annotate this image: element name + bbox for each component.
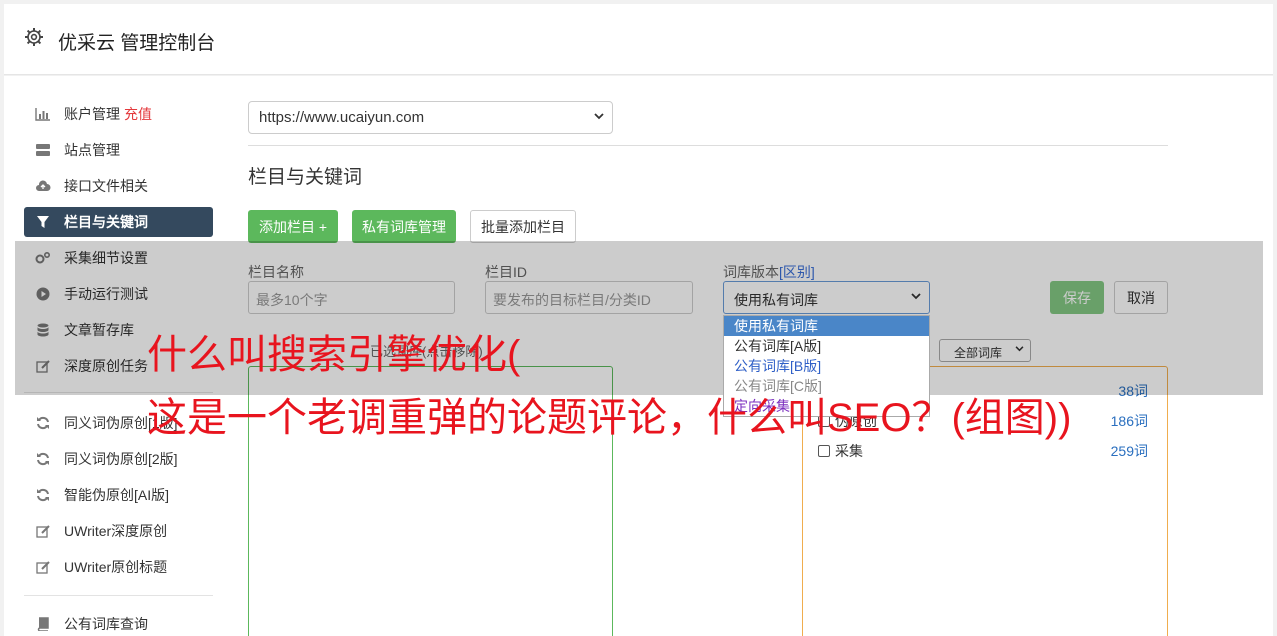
overlay-headline-line1: 什么叫搜索引擎优化( [147, 333, 521, 377]
dropdown-option[interactable]: 公有词库[A版] [724, 336, 929, 356]
edit-icon [35, 523, 51, 539]
sidebar-item-label: 接口文件相关 [64, 178, 148, 194]
recharge-link[interactable]: 充值 [124, 104, 152, 124]
edit-icon [35, 559, 51, 575]
server-icon [35, 142, 51, 158]
top-bar: 优采云 管理控制台 [4, 4, 1273, 75]
refresh-icon [35, 451, 51, 467]
filter-icon [35, 214, 51, 230]
sidebar-item-uwriter-title[interactable]: UWriter原创标题 [24, 552, 213, 582]
sidebar-item-public-lib[interactable]: 公有词库查询 [24, 609, 213, 636]
sidebar-item-label: UWriter原创标题 [64, 559, 168, 575]
cloud-upload-icon [35, 178, 51, 194]
sidebar-item-label: 同义词伪原创[2版] [64, 451, 178, 467]
sidebar-item-ai-rewrite[interactable]: 智能伪原创[AI版] [24, 480, 213, 510]
bar-chart-icon [35, 106, 51, 122]
sidebar-item-columns[interactable]: 栏目与关键词 [24, 207, 213, 237]
overlay-headline-line2: 这是一个老调重弹的论题评论，什么叫SEO？(组图)) [147, 396, 1072, 440]
add-column-button[interactable]: 添加栏目 + [248, 210, 338, 243]
gear-icon [25, 28, 43, 46]
site-select[interactable]: https://www.ucaiyun.com [248, 101, 613, 134]
sidebar-item-interface[interactable]: 接口文件相关 [24, 171, 213, 201]
sidebar-item-label: 栏目与关键词 [64, 214, 148, 230]
chevron-down-icon [594, 113, 604, 120]
lib-checkbox[interactable] [818, 445, 830, 457]
sidebar-item-label: 账户管理 [64, 106, 120, 122]
lib-name: 采集 [835, 443, 863, 459]
section-title: 栏目与关键词 [248, 167, 363, 188]
lib-count: 186词 [1110, 413, 1148, 429]
divider [248, 145, 1168, 146]
sidebar-item-label: 智能伪原创[AI版] [64, 487, 170, 503]
sidebar-item-sites[interactable]: 站点管理 [24, 135, 213, 165]
refresh-icon [35, 415, 51, 431]
sidebar-item-account[interactable]: 账户管理 充值 [24, 99, 213, 129]
lib-row[interactable]: 采集 259词 [818, 441, 1148, 461]
sidebar-item-synonym-v2[interactable]: 同义词伪原创[2版] [24, 444, 213, 474]
lib-count: 259词 [1110, 443, 1148, 459]
app-title: 优采云 管理控制台 [58, 33, 216, 54]
book-icon [35, 616, 51, 632]
sidebar-item-uwriter-deep[interactable]: UWriter深度原创 [24, 516, 213, 546]
private-lib-button[interactable]: 私有词库管理 [352, 210, 456, 243]
site-select-value: https://www.ucaiyun.com [259, 109, 425, 126]
sidebar-item-label: UWriter深度原创 [64, 523, 168, 539]
dropdown-option[interactable]: 使用私有词库 [724, 316, 929, 336]
dropdown-option[interactable]: 公有词库[B版] [724, 356, 929, 376]
refresh-icon [35, 487, 51, 503]
sidebar-item-label: 站点管理 [64, 142, 120, 158]
sidebar-divider [24, 595, 213, 596]
batch-add-button[interactable]: 批量添加栏目 [470, 210, 576, 243]
sidebar-item-label: 公有词库查询 [64, 616, 148, 632]
